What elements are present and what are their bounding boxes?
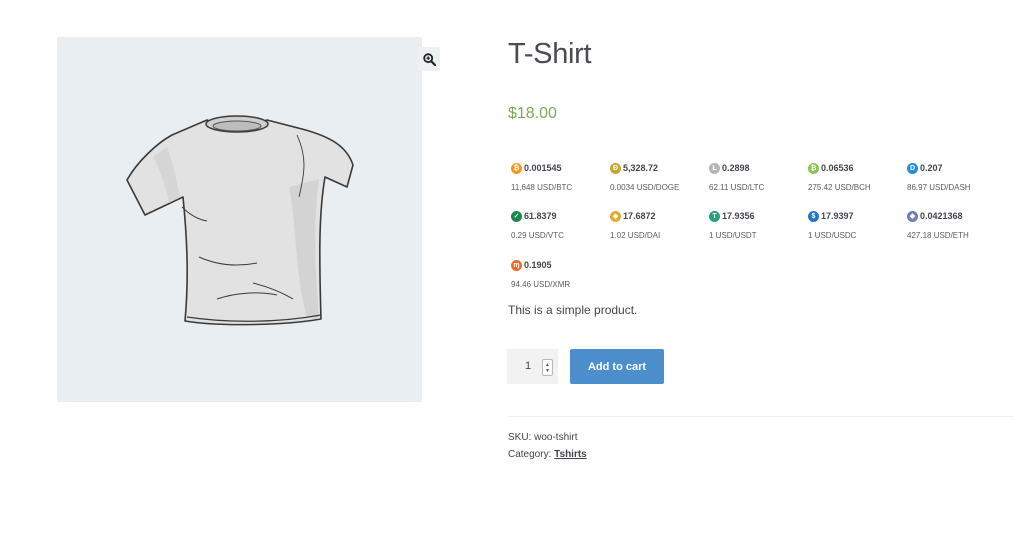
add-to-cart-button[interactable]: Add to cart bbox=[570, 349, 664, 384]
crypto-amount: ✓ 61.8379 bbox=[511, 209, 607, 223]
crypto-amount: ₿ 0.001545 bbox=[511, 161, 607, 175]
crypto-rate: 1 USD/USDT bbox=[709, 231, 757, 240]
crypto-price-item: T 17.9356 1 USD/USDT bbox=[709, 209, 805, 240]
crypto-price-item: ✓ 61.8379 0.29 USD/VTC bbox=[511, 209, 607, 240]
crypto-price-item: ◆ 0.0421368 427.18 USD/ETH bbox=[907, 209, 1003, 240]
quantity-value: 1 bbox=[525, 360, 532, 372]
crypto-price-item: ₿ 0.001545 11,648 USD/BTC bbox=[511, 161, 607, 192]
crypto-price-item: Ł 0.2898 62.11 USD/LTC bbox=[709, 161, 805, 192]
crypto-amount: ◈ 17.6872 bbox=[610, 209, 706, 223]
category-label: Category: bbox=[508, 449, 552, 460]
crypto-amount-value: 61.8379 bbox=[524, 211, 557, 221]
ethereum-icon: ◆ bbox=[907, 210, 918, 222]
crypto-rate: 427.18 USD/ETH bbox=[907, 231, 969, 240]
tether-icon: T bbox=[709, 210, 720, 222]
crypto-rate: 94.46 USD/XMR bbox=[511, 280, 571, 289]
crypto-price-item: ₿ 0.06536 275.42 USD/BCH bbox=[808, 161, 904, 192]
crypto-price-item: ◈ 17.6872 1.02 USD/DAI bbox=[610, 209, 706, 240]
crypto-amount: T 17.9356 bbox=[709, 209, 805, 223]
crypto-rate: 1.02 USD/DAI bbox=[610, 231, 661, 240]
crypto-amount: ɱ 0.1905 bbox=[511, 258, 607, 272]
category-link[interactable]: Tshirts bbox=[554, 449, 587, 460]
crypto-price-item: D 0.207 86.97 USD/DASH bbox=[907, 161, 1003, 192]
crypto-amount-value: 17.9356 bbox=[722, 211, 755, 221]
tshirt-image bbox=[126, 115, 354, 326]
product-sku: SKU: woo-tshirt bbox=[508, 432, 577, 443]
crypto-amount-value: 0.0421368 bbox=[920, 211, 963, 221]
crypto-amount: Ð 5,328.72 bbox=[610, 161, 706, 175]
crypto-amount-value: 0.207 bbox=[920, 163, 943, 173]
bitcoin-icon: ₿ bbox=[511, 162, 522, 174]
sku-label: SKU: bbox=[508, 432, 532, 443]
quantity-spinner[interactable]: ▲ ▼ bbox=[542, 359, 553, 376]
crypto-amount: $17.9397 bbox=[808, 209, 904, 223]
product-description: This is a simple product. bbox=[508, 303, 638, 317]
divider bbox=[508, 416, 1014, 417]
crypto-price-item: ɱ 0.1905 94.46 USD/XMR bbox=[511, 258, 607, 289]
crypto-amount-value: 0.1905 bbox=[524, 260, 552, 270]
crypto-rate: 86.97 USD/DASH bbox=[907, 183, 971, 192]
crypto-amount-value: 0.001545 bbox=[524, 163, 562, 173]
monero-icon: ɱ bbox=[511, 259, 522, 271]
crypto-rate: 275.42 USD/BCH bbox=[808, 183, 871, 192]
product-title: T-Shirt bbox=[508, 38, 592, 70]
crypto-rate: 62.11 USD/LTC bbox=[709, 183, 765, 192]
crypto-price-item: Ð 5,328.72 0.0034 USD/DOGE bbox=[610, 161, 706, 192]
dash-icon: D bbox=[907, 162, 918, 174]
crypto-rate: 11,648 USD/BTC bbox=[511, 183, 573, 192]
crypto-amount-value: 5,328.72 bbox=[623, 163, 659, 173]
crypto-amount: D 0.207 bbox=[907, 161, 1003, 175]
product-category: Category: Tshirts bbox=[508, 449, 587, 460]
crypto-rate: 0.0034 USD/DOGE bbox=[610, 183, 680, 192]
product-price: $18.00 bbox=[508, 105, 557, 122]
crypto-amount: Ł 0.2898 bbox=[709, 161, 805, 175]
crypto-rate: 1 USD/USDC bbox=[808, 231, 857, 240]
litecoin-icon: Ł bbox=[709, 162, 720, 174]
bitcoin-cash-icon: ₿ bbox=[808, 162, 819, 174]
dai-icon: ◈ bbox=[610, 210, 621, 222]
crypto-rate: 0.29 USD/VTC bbox=[511, 231, 564, 240]
crypto-amount-value: 17.9397 bbox=[821, 211, 854, 221]
vertcoin-icon: ✓ bbox=[511, 210, 522, 222]
product-image[interactable] bbox=[57, 37, 422, 402]
crypto-amount-value: 0.2898 bbox=[722, 163, 750, 173]
zoom-in-icon bbox=[422, 52, 436, 66]
dogecoin-icon: Ð bbox=[610, 162, 621, 174]
sku-value: woo-tshirt bbox=[534, 432, 578, 443]
quantity-input[interactable]: 1 ▲ ▼ bbox=[507, 349, 558, 384]
crypto-amount: ₿ 0.06536 bbox=[808, 161, 904, 175]
chevron-down-icon[interactable]: ▼ bbox=[545, 368, 550, 374]
crypto-price-item: $17.9397 1 USD/USDC bbox=[808, 209, 904, 240]
crypto-amount: ◆ 0.0421368 bbox=[907, 209, 1003, 223]
crypto-amount-value: 0.06536 bbox=[821, 163, 854, 173]
usd-coin-icon: $ bbox=[808, 210, 819, 222]
zoom-button[interactable] bbox=[418, 47, 440, 71]
crypto-amount-value: 17.6872 bbox=[623, 211, 656, 221]
